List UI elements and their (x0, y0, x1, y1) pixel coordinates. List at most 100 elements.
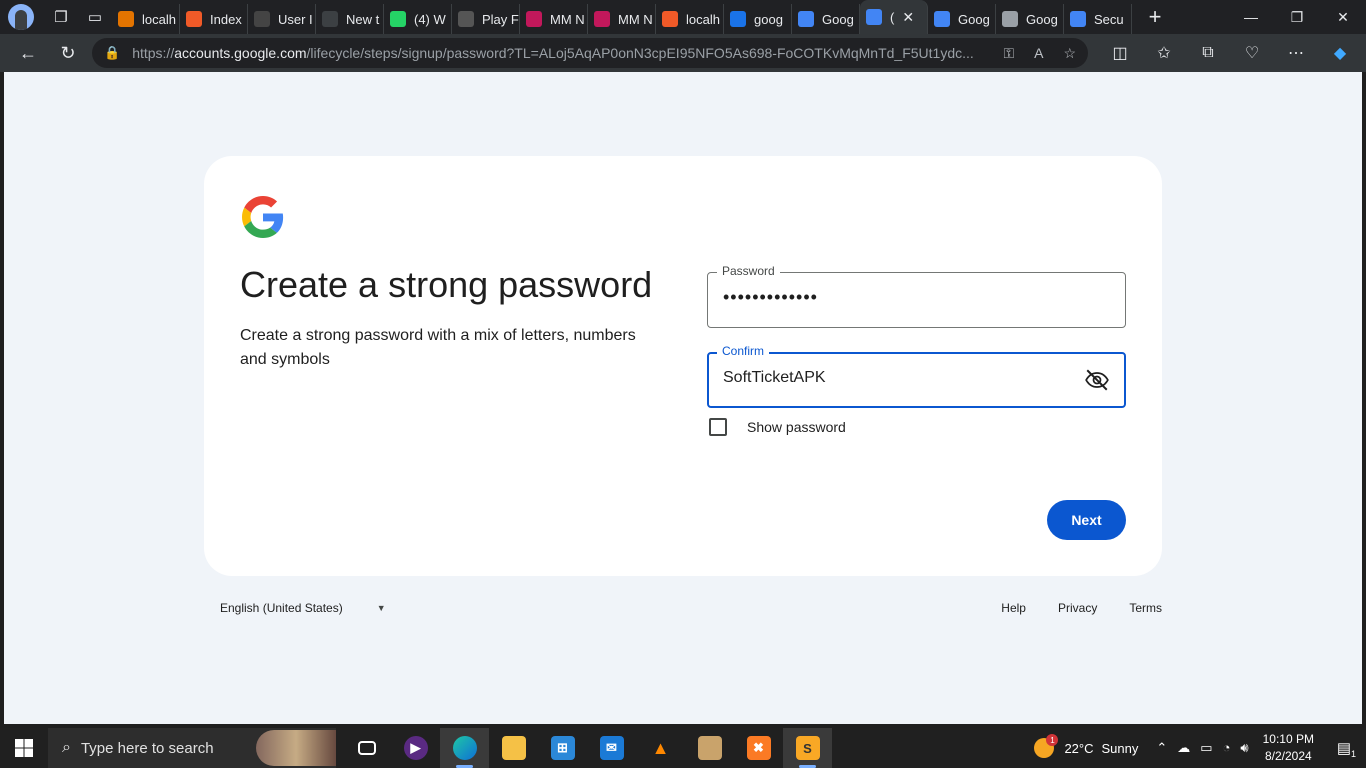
tab-label: New t (346, 11, 380, 27)
language-selector[interactable]: English (United States) ▼ (220, 601, 386, 615)
tab-favicon-icon (118, 11, 134, 27)
show-password-label[interactable]: Show password (747, 419, 846, 435)
taskbar-search[interactable]: ⌕ Type here to search (48, 728, 336, 768)
language-label[interactable]: English (United States) (220, 601, 343, 615)
search-placeholder[interactable]: Type here to search (81, 740, 214, 757)
minimize-icon[interactable]: — (1228, 0, 1274, 34)
terms-link[interactable]: Terms (1129, 601, 1162, 615)
tab-actions-icon[interactable]: ▭ (78, 0, 112, 34)
page-subtitle: Create a strong password with a mix of l… (240, 327, 636, 368)
microsoft-store-icon[interactable]: ⊞ (538, 728, 587, 768)
next-button[interactable]: Next (1047, 500, 1126, 540)
windows-taskbar: ⌕ Type here to search ▶ ⊞ ✉ ▲ ✖ S 1 22°C… (0, 728, 1366, 768)
browser-tab[interactable]: MM N (520, 4, 588, 34)
system-tray: 1 22°C Sunny ⌃ ☁ ▭ ◔ 🔊︎ 10:10 PM 8/2/202… (1034, 728, 1366, 768)
clock-date: 8/2/2024 (1264, 749, 1312, 763)
back-icon[interactable]: ← (8, 36, 48, 70)
search-highlight-image (256, 730, 336, 766)
read-aloud-icon[interactable]: A (1034, 45, 1043, 62)
search-icon: ⌕ (62, 739, 71, 756)
workspaces-icon[interactable]: ❐ (44, 0, 78, 34)
password-value[interactable]: ••••••••••••• (723, 287, 818, 308)
browser-tab[interactable]: (✕ (860, 0, 928, 34)
start-button[interactable] (0, 728, 48, 768)
weather-widget[interactable]: 1 22°C Sunny (1034, 734, 1138, 758)
browser-tab[interactable]: User I (248, 4, 316, 34)
visibility-off-icon[interactable] (1084, 367, 1110, 393)
browser-tab[interactable]: localh (656, 4, 724, 34)
browser-tab[interactable]: goog (724, 4, 792, 34)
tab-label: Play F (482, 11, 519, 27)
tab-label: Goog (1026, 11, 1058, 27)
password-field[interactable]: Password ••••••••••••• (707, 264, 1126, 328)
favorites-icon[interactable]: ✩ (1142, 36, 1186, 70)
collections-icon[interactable]: ⧉ (1186, 36, 1230, 70)
browser-tab[interactable]: New t (316, 4, 384, 34)
onedrive-icon[interactable]: ☁ (1177, 740, 1190, 756)
address-bar[interactable]: 🔒 https://accounts.google.com/lifecycle/… (92, 38, 1088, 68)
archive-app-icon[interactable] (685, 728, 734, 768)
mail-icon[interactable]: ✉ (587, 728, 636, 768)
battery-icon[interactable]: ▭ (1200, 740, 1212, 756)
show-password-checkbox[interactable] (709, 418, 727, 436)
tab-favicon-icon (798, 11, 814, 27)
wifi-icon[interactable]: ◔ (1223, 740, 1231, 756)
edge-browser-icon[interactable] (440, 728, 489, 768)
browser-essentials-icon[interactable]: ♡ (1230, 36, 1274, 70)
confirm-password-field[interactable]: Confirm SoftTicketAPK (707, 344, 1126, 408)
tab-favicon-icon (390, 11, 406, 27)
privacy-link[interactable]: Privacy (1058, 601, 1097, 615)
url-text[interactable]: https://accounts.google.com/lifecycle/st… (132, 45, 991, 61)
tab-favicon-icon (1070, 11, 1086, 27)
tab-label: localh (686, 11, 720, 27)
task-view-icon[interactable] (342, 728, 391, 768)
page-footer: English (United States) ▼ Help Privacy T… (220, 601, 1162, 621)
new-tab-button[interactable]: + (1138, 0, 1172, 34)
help-link[interactable]: Help (1001, 601, 1026, 615)
tab-label: (4) W (414, 11, 446, 27)
tab-favicon-icon (1002, 11, 1018, 27)
dropdown-caret-icon[interactable]: ▼ (377, 603, 386, 613)
tab-favicon-icon (934, 11, 950, 27)
restore-icon[interactable]: ❐ (1274, 0, 1320, 34)
signup-card: Create a strong password Create a strong… (204, 156, 1162, 576)
browser-tab[interactable]: Goog (928, 4, 996, 34)
notification-center-icon[interactable]: ▤ 1 (1328, 739, 1360, 759)
show-password-row[interactable]: Show password (709, 418, 846, 436)
vlc-icon[interactable]: ▲ (636, 728, 685, 768)
tab-favicon-icon (322, 11, 338, 27)
tab-label: Goog (822, 11, 854, 27)
lock-icon[interactable]: 🔒 (104, 45, 120, 61)
browser-tab[interactable]: Goog (792, 4, 860, 34)
file-explorer-icon[interactable] (489, 728, 538, 768)
volume-icon[interactable]: 🔊︎ (1240, 740, 1248, 756)
tab-label: MM N (550, 11, 585, 27)
browser-tab[interactable]: Play F (452, 4, 520, 34)
profile-avatar[interactable] (8, 4, 34, 30)
confirm-value[interactable]: SoftTicketAPK (723, 369, 826, 387)
browser-tab[interactable]: Secu (1064, 4, 1132, 34)
xampp-icon[interactable]: ✖ (734, 728, 783, 768)
sublime-text-icon[interactable]: S (783, 728, 832, 768)
password-key-icon[interactable]: ⚿ (1003, 45, 1014, 62)
more-menu-icon[interactable]: ⋯ (1274, 36, 1318, 70)
tab-label: Index (210, 11, 242, 27)
media-player-icon[interactable]: ▶ (391, 728, 440, 768)
tab-label: MM N (618, 11, 653, 27)
refresh-icon[interactable]: ↻ (48, 36, 88, 70)
tab-favicon-icon (186, 11, 202, 27)
browser-tab[interactable]: Goog (996, 4, 1064, 34)
clock[interactable]: 10:10 PM 8/2/2024 (1263, 731, 1314, 765)
split-screen-icon[interactable]: ◫ (1098, 36, 1142, 70)
close-window-icon[interactable]: ✕ (1320, 0, 1366, 34)
windows-logo-icon (15, 739, 33, 757)
browser-tab[interactable]: (4) W (384, 4, 452, 34)
close-tab-icon[interactable]: ✕ (902, 9, 914, 26)
show-hidden-icons[interactable]: ⌃ (1156, 740, 1167, 756)
tab-strip: ❐ ▭ localh Index User I New t (4) W Play F MM … (0, 0, 1366, 34)
favorite-star-icon[interactable]: ☆ (1063, 45, 1076, 62)
browser-tab[interactable]: Index (180, 4, 248, 34)
browser-tab[interactable]: MM N (588, 4, 656, 34)
browser-tab[interactable]: localh (112, 4, 180, 34)
copilot-icon[interactable]: ◆ (1318, 36, 1362, 70)
